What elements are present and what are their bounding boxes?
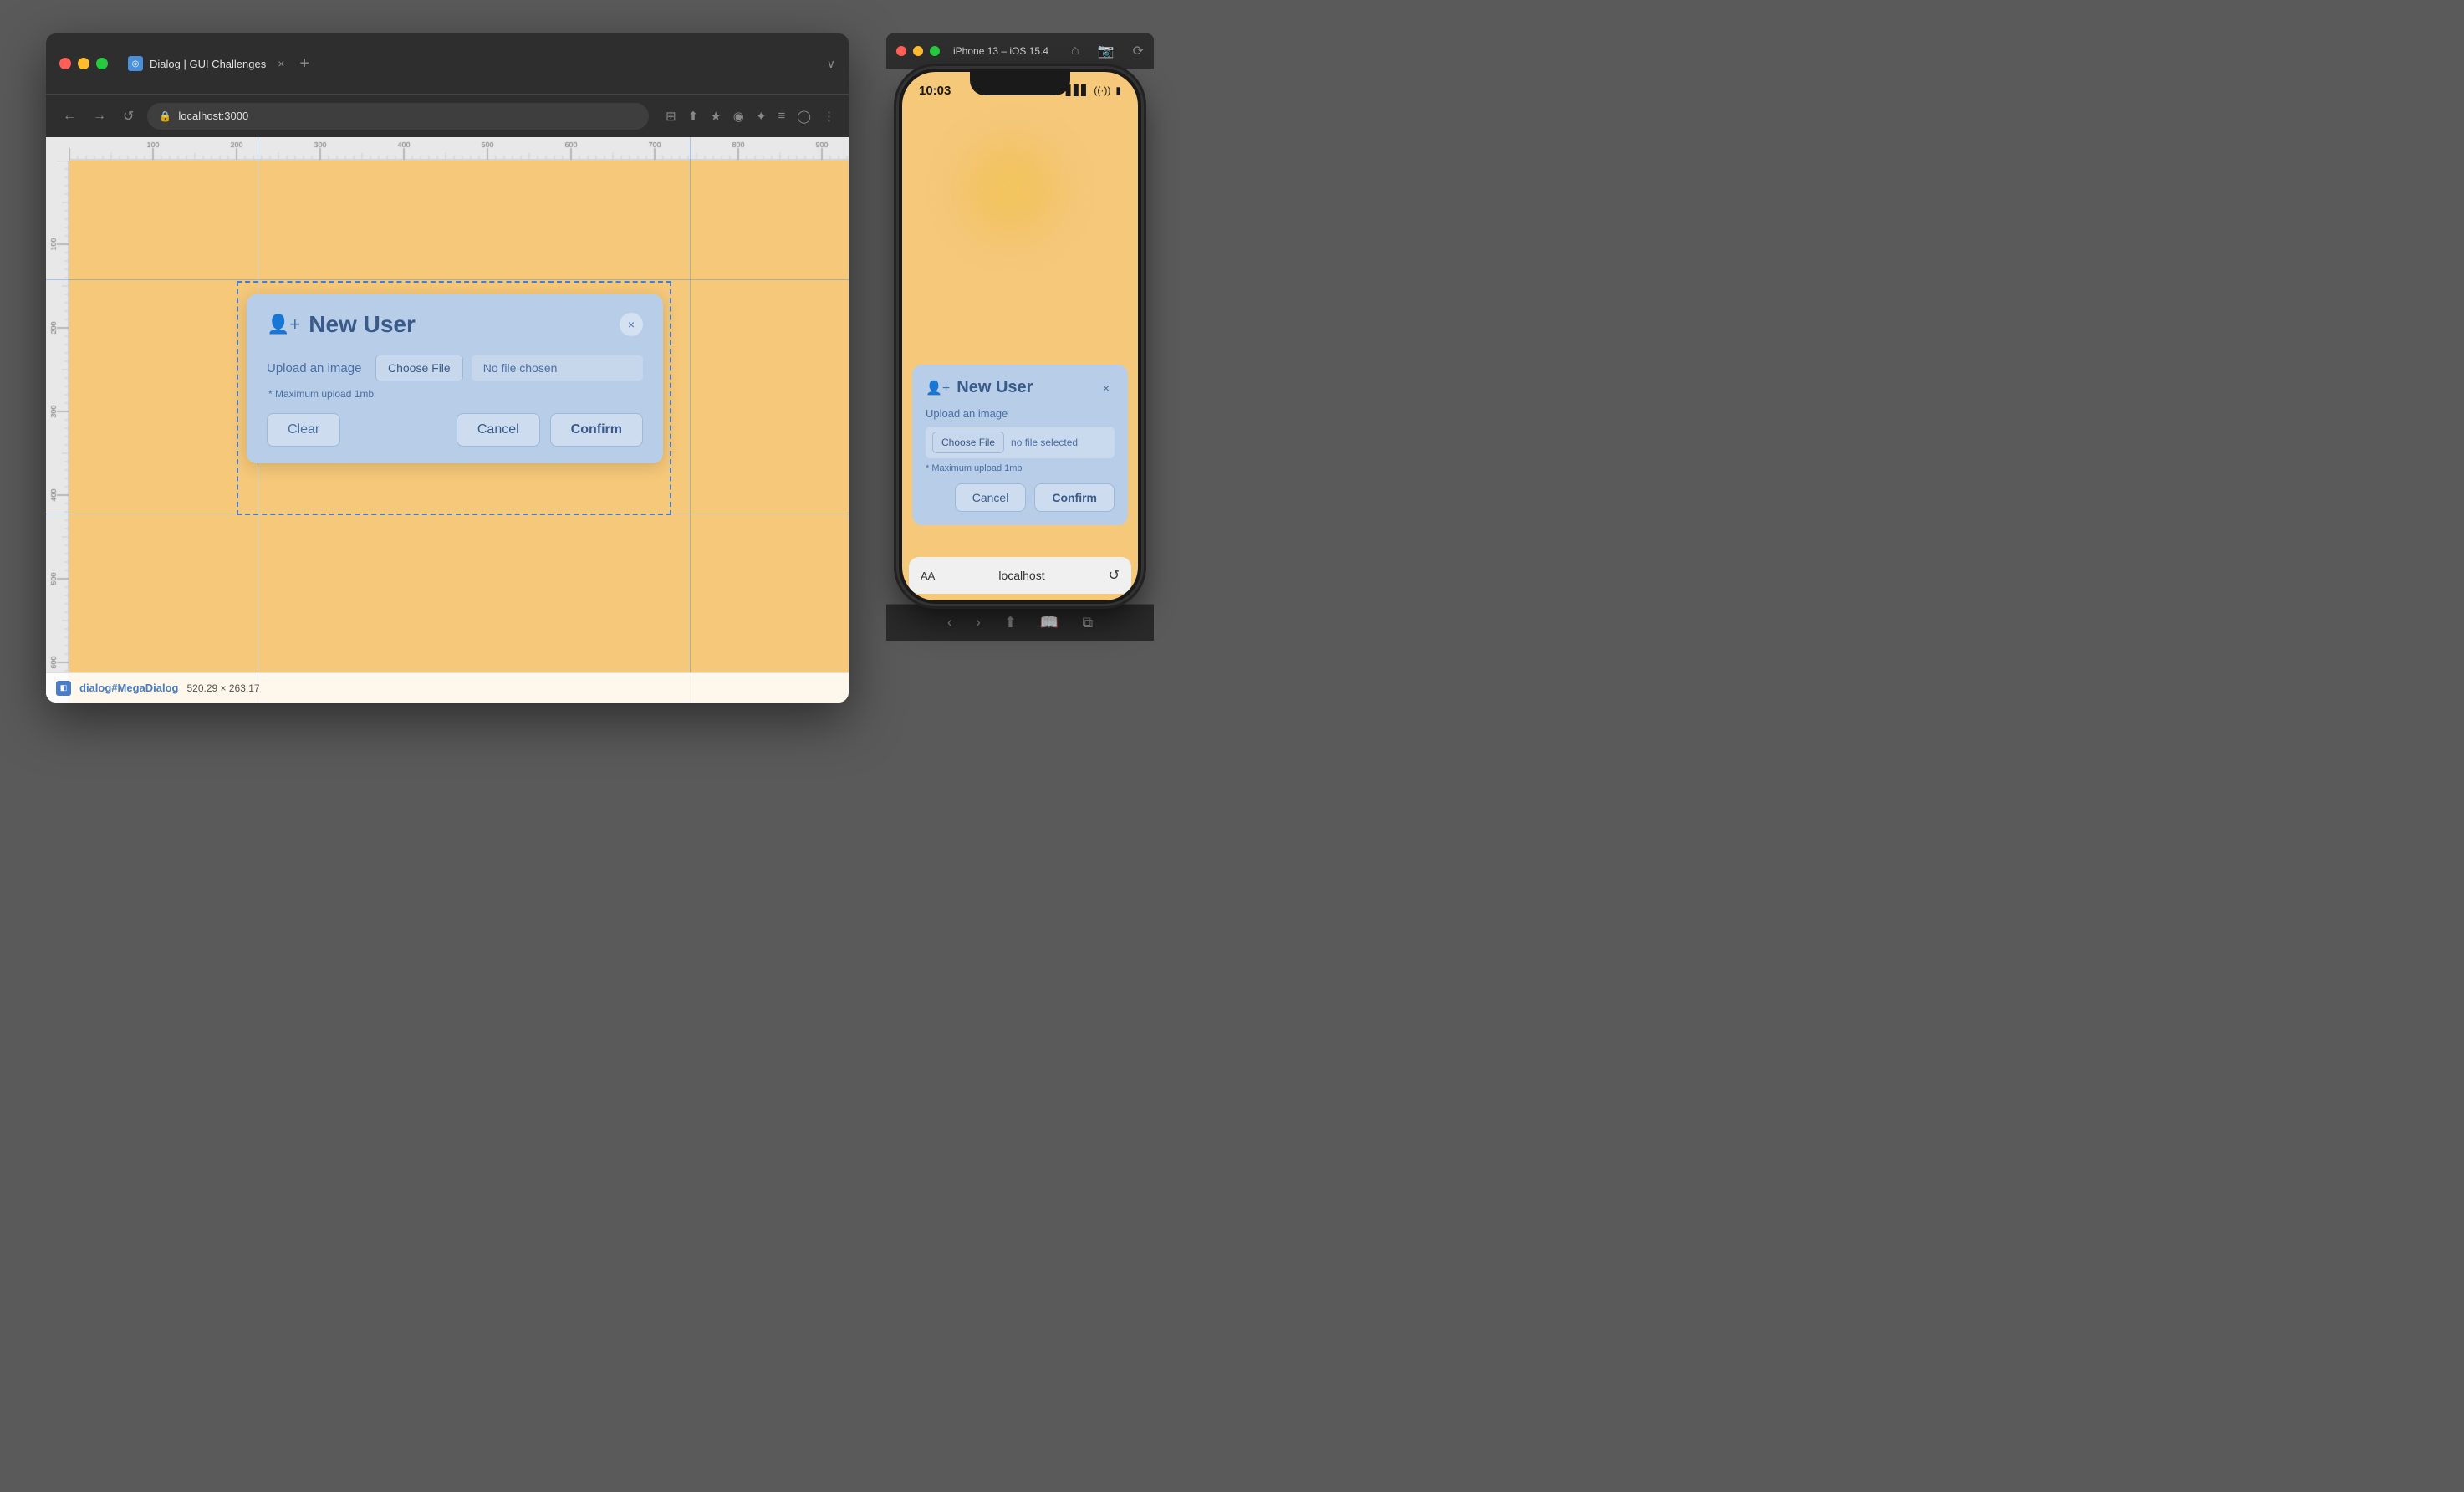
ruler-corner (46, 137, 69, 161)
airdrop-icon[interactable]: ◯ (797, 109, 811, 124)
address-bar[interactable]: 🔒 localhost:3000 (147, 103, 649, 130)
phone-dialog-footer: Cancel Confirm (926, 483, 1115, 512)
no-file-text: No file chosen (472, 355, 643, 381)
phone-time: 10:03 (919, 84, 951, 98)
phone-fullscreen-button[interactable] (930, 46, 940, 56)
phone-upload-label: Upload an image (926, 407, 1115, 420)
lock-icon: 🔒 (159, 110, 171, 122)
back-button[interactable]: ← (59, 105, 79, 127)
more-icon[interactable]: ⋮ (823, 109, 835, 124)
phone-screen: 10:03 ▋▋▋ ((·)) ▮ 👤+ New User × Upload a… (902, 72, 1138, 600)
fullscreen-button[interactable] (96, 58, 108, 69)
ruler-left (46, 161, 69, 703)
browser-window: ◎ Dialog | GUI Challenges × + ∨ ← → ↺ 🔒 … (46, 33, 849, 703)
phone-close-button[interactable] (896, 46, 906, 56)
tab-label[interactable]: Dialog | GUI Challenges (150, 58, 266, 70)
dialog-footer: Clear Cancel Confirm (267, 413, 643, 447)
phone-status-icons: ▋▋▋ ((·)) ▮ (1066, 84, 1121, 96)
wifi-icon: ((·)) (1094, 84, 1110, 96)
phone-container: iPhone 13 – iOS 15.4 ⌂ 📷 ⟳ 10:03 ▋▋▋ ((·… (886, 33, 1154, 669)
phone-aa-button[interactable]: AA (921, 570, 935, 582)
phone-rotate-icon[interactable]: ⟳ (1133, 43, 1144, 59)
phone-confirm-button[interactable]: Confirm (1034, 483, 1115, 512)
upload-label: Upload an image (267, 361, 367, 376)
close-button[interactable] (59, 58, 71, 69)
phone-dialog-header: 👤+ New User × (926, 378, 1115, 397)
phone-camera-icon[interactable]: 📷 (1098, 43, 1115, 59)
phone-minimize-button[interactable] (913, 46, 923, 56)
phone-tabs-icon[interactable]: ⧉ (1082, 614, 1093, 631)
phone-bottom-toolbar: ‹ › ⬆ 📖 ⧉ (886, 604, 1154, 641)
guide-horizontal-1 (46, 279, 849, 280)
browser-content: // Will be drawn via JS below 👤+ New Use… (46, 137, 849, 703)
phone-no-file-text: no file selected (1011, 437, 1078, 448)
phone-nav-back-icon[interactable]: ‹ (947, 614, 952, 631)
signal-icon: ▋▋▋ (1066, 84, 1089, 96)
traffic-lights (59, 58, 108, 69)
forward-button[interactable]: → (89, 105, 110, 127)
dialog-body: Upload an image Choose File No file chos… (267, 355, 643, 400)
phone-titlebar-window: iPhone 13 – iOS 15.4 ⌂ 📷 ⟳ (886, 33, 1154, 69)
reader-icon[interactable]: ≡ (778, 109, 785, 123)
upload-hint: * Maximum upload 1mb (267, 388, 643, 400)
phone-background-blob (961, 139, 1061, 239)
element-selector: dialog#MegaDialog (79, 682, 178, 694)
phone-choose-file-button[interactable]: Choose File (932, 432, 1004, 453)
tab-expand-icon[interactable]: ∨ (827, 57, 835, 71)
shield-icon[interactable]: ◉ (733, 109, 744, 124)
user-add-icon: 👤+ (267, 314, 300, 335)
dialog-header: 👤+ New User × (267, 311, 643, 338)
new-window-icon[interactable]: ⊞ (666, 109, 676, 124)
choose-file-button[interactable]: Choose File (375, 355, 463, 381)
new-user-dialog: 👤+ New User × Upload an image Choose Fil… (247, 294, 663, 463)
phone-dialog-close-button[interactable]: × (1098, 380, 1115, 396)
phone-address-bar[interactable]: AA localhost ↺ (909, 557, 1131, 594)
phone-url-text[interactable]: localhost (943, 569, 1099, 582)
browser-info-bar: ◧ dialog#MegaDialog 520.29 × 263.17 (46, 672, 849, 703)
reload-button[interactable]: ↺ (120, 105, 137, 128)
element-dimensions: 520.29 × 263.17 (186, 682, 259, 694)
browser-addressbar: ← → ↺ 🔒 localhost:3000 ⊞ ⬆ ★ ◉ ✦ ≡ ◯ ⋮ (46, 94, 849, 137)
phone-share-icon[interactable]: ⬆ (1004, 614, 1017, 631)
address-text: localhost:3000 (178, 110, 248, 122)
phone-status-bar: 10:03 ▋▋▋ ((·)) ▮ (902, 72, 1138, 109)
phone-home-icon[interactable]: ⌂ (1071, 43, 1079, 59)
clear-button[interactable]: Clear (267, 413, 340, 447)
new-tab-button[interactable]: + (299, 54, 309, 74)
extension-icon[interactable]: ✦ (756, 109, 767, 124)
phone-dialog-title: New User (957, 378, 1098, 397)
tab-close-button[interactable]: × (273, 55, 289, 72)
upload-row: Upload an image Choose File No file chos… (267, 355, 643, 381)
phone-bookmarks-icon[interactable]: 📖 (1040, 614, 1059, 631)
phone-user-add-icon: 👤+ (926, 380, 950, 396)
dialog-close-button[interactable]: × (620, 313, 643, 336)
phone-nav-forward-icon[interactable]: › (976, 614, 981, 631)
tab-favicon: ◎ (128, 56, 143, 71)
confirm-button[interactable]: Confirm (550, 413, 643, 447)
browser-titlebar: ◎ Dialog | GUI Challenges × + ∨ (46, 33, 849, 94)
cancel-button[interactable]: Cancel (457, 413, 540, 447)
tab-bar: ◎ Dialog | GUI Challenges × + ∨ (128, 54, 835, 74)
bookmark-icon[interactable]: ★ (710, 109, 721, 124)
dialog-title: New User (309, 311, 620, 338)
phone-window-title: iPhone 13 – iOS 15.4 (953, 45, 1048, 57)
share-icon[interactable]: ⬆ (688, 109, 699, 124)
phone-new-user-dialog: 👤+ New User × Upload an image Choose Fil… (912, 365, 1128, 525)
element-icon: ◧ (56, 681, 71, 696)
phone-frame: 10:03 ▋▋▋ ((·)) ▮ 👤+ New User × Upload a… (899, 69, 1141, 604)
guide-vertical-2 (690, 137, 691, 703)
minimize-button[interactable] (78, 58, 89, 69)
phone-cancel-button[interactable]: Cancel (955, 483, 1027, 512)
phone-upload-hint: * Maximum upload 1mb (926, 463, 1115, 473)
battery-icon: ▮ (1115, 84, 1121, 96)
phone-file-row: Choose File no file selected (926, 427, 1115, 458)
ruler-top: // Will be drawn via JS below (69, 137, 849, 161)
browser-toolbar: ⊞ ⬆ ★ ◉ ✦ ≡ ◯ ⋮ (666, 109, 835, 124)
phone-reload-button[interactable]: ↺ (1109, 567, 1120, 584)
